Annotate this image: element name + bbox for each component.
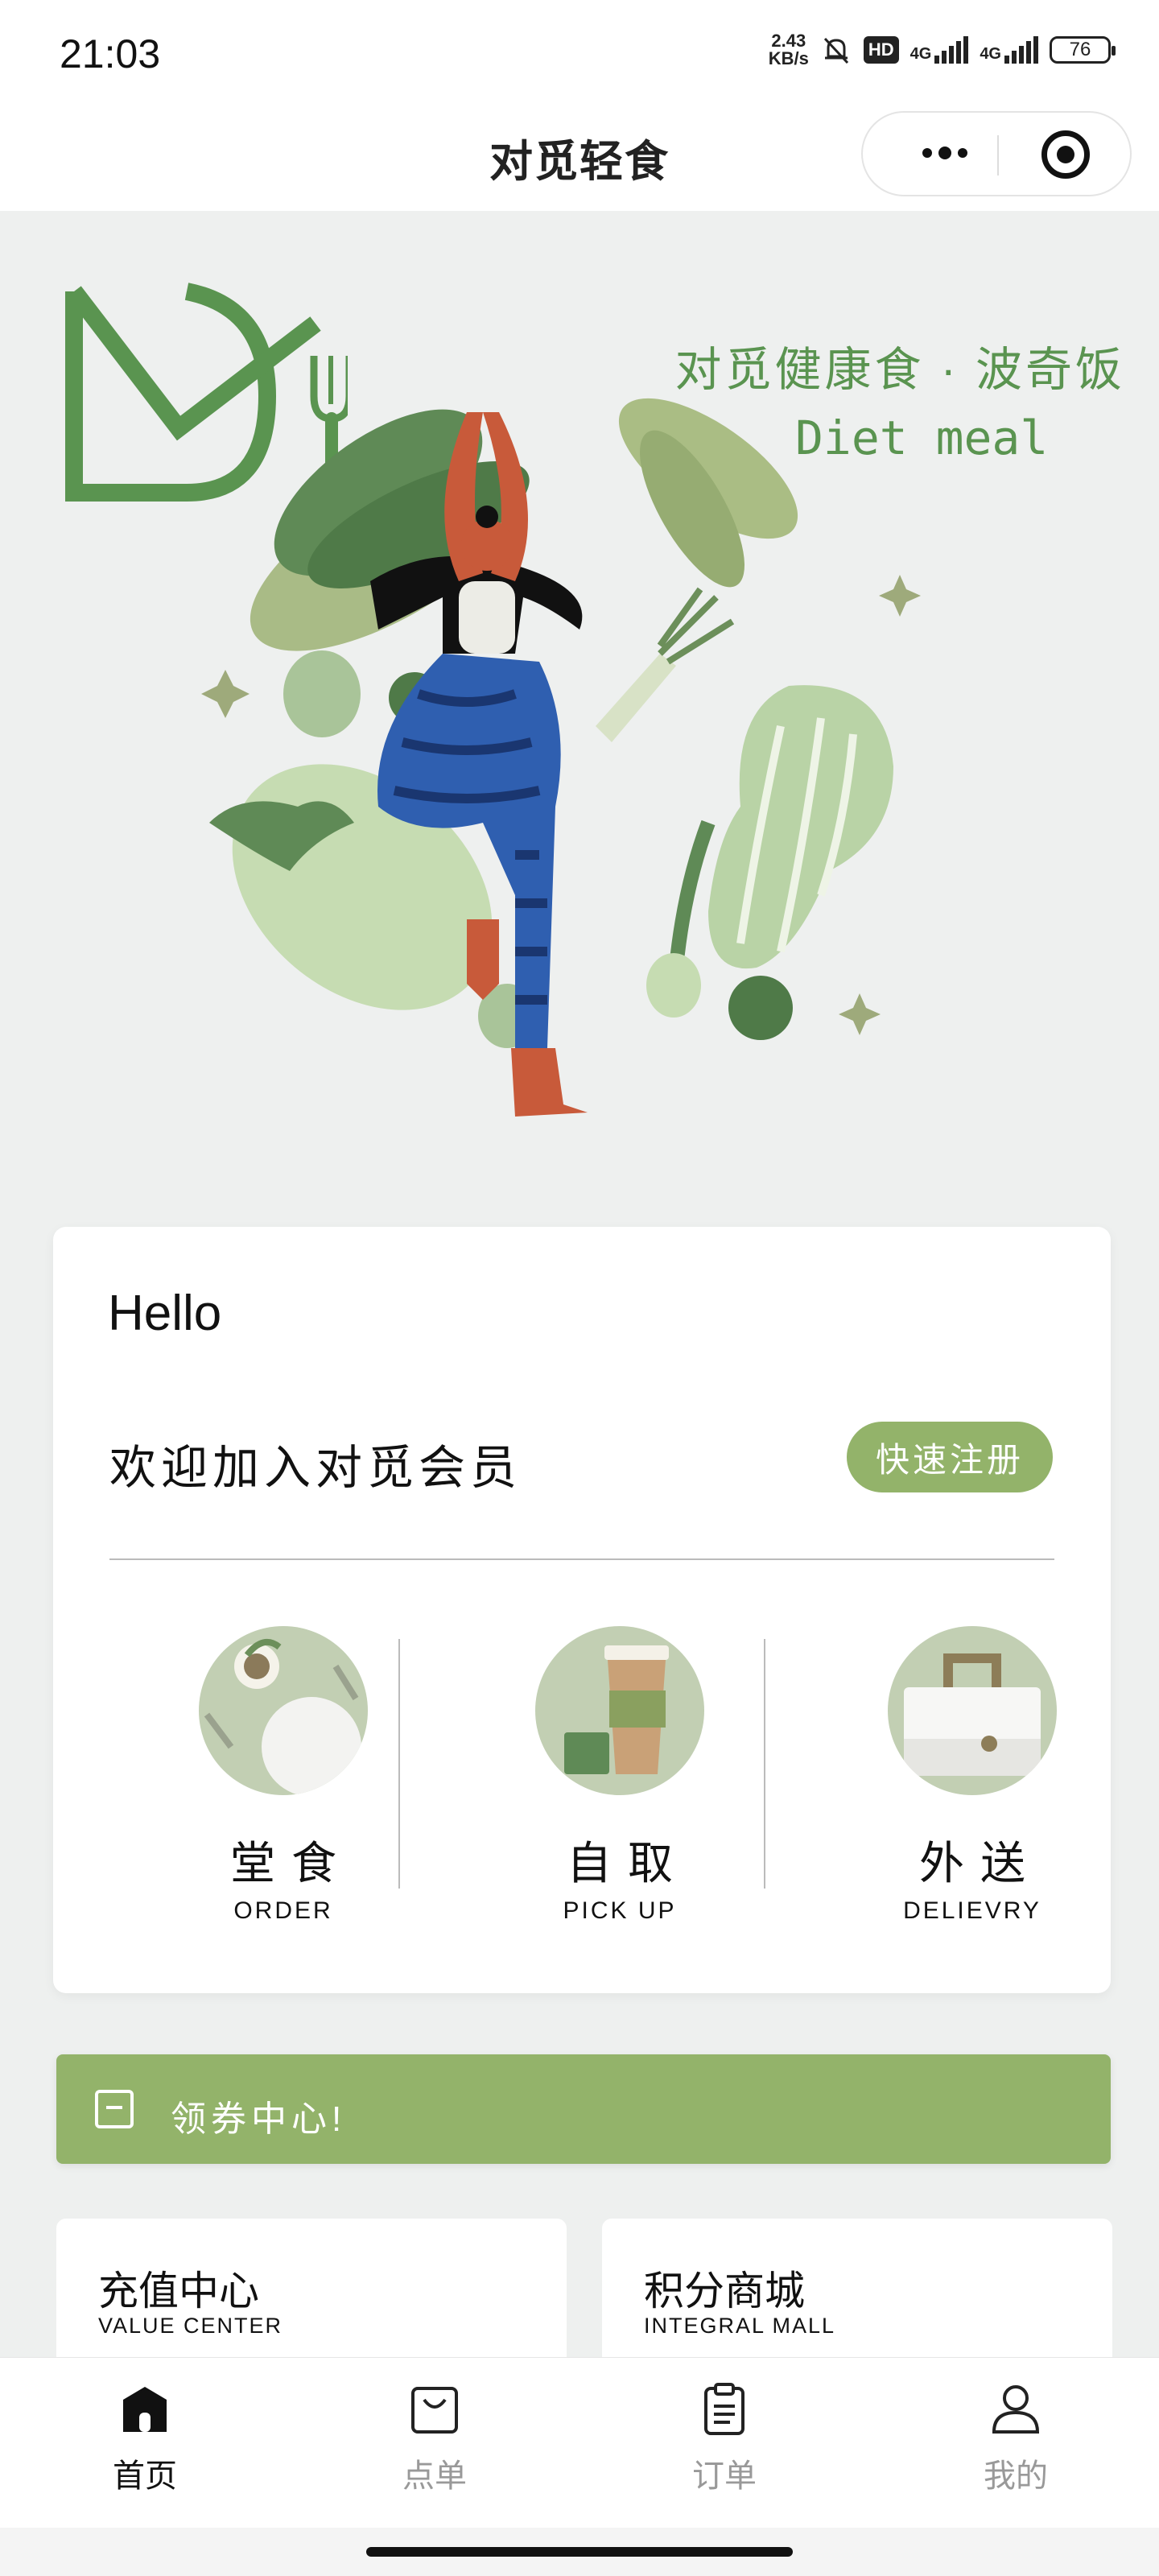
service-separator <box>764 1639 765 1889</box>
status-icons: 2.43 KB/s HD 4G 4G 76 <box>768 31 1116 68</box>
hd-badge: HD <box>863 36 899 64</box>
home-icon <box>123 2387 167 2432</box>
welcome-text: 欢迎加入对觅会员 <box>109 1442 522 1494</box>
signal-2-icon: 4G <box>980 36 1038 64</box>
tile-integral-mall-cn: 积分商城 <box>644 2268 805 2314</box>
network-speed: 2.43 KB/s <box>768 31 809 68</box>
tab-orders[interactable]: 订单 <box>644 2382 805 2496</box>
greeting-text: Hello <box>108 1286 222 1341</box>
service-pickup-cn: 自取 <box>567 1838 689 1889</box>
miniprogram-capsule <box>861 111 1132 196</box>
tab-orders-label: 订单 <box>692 2458 757 2494</box>
tab-profile[interactable]: 我的 <box>935 2382 1096 2496</box>
tab-order-menu[interactable]: 点单 <box>354 2382 515 2496</box>
tile-value-center-cn: 充值中心 <box>98 2268 259 2314</box>
tab-profile-label: 我的 <box>984 2458 1048 2494</box>
service-separator <box>398 1639 400 1889</box>
service-delivery-en: DELIEVRY <box>903 1897 1041 1924</box>
service-delivery-cn: 外送 <box>919 1838 1041 1889</box>
home-indicator[interactable] <box>366 2547 793 2557</box>
dine-in-icon <box>199 1626 368 1795</box>
pickup-cup-icon <box>535 1626 704 1795</box>
service-pickup-en: PICK UP <box>563 1897 677 1924</box>
tile-value-center-en: VALUE CENTER <box>98 2314 283 2338</box>
tile-integral-mall[interactable]: 积分商城 INTEGRAL MALL <box>602 2219 1112 2380</box>
card-divider <box>109 1558 1054 1560</box>
more-icon[interactable] <box>905 137 985 169</box>
delivery-bag-icon <box>888 1626 1057 1795</box>
capsule-divider <box>997 135 999 175</box>
tile-value-center[interactable]: 充值中心 VALUE CENTER <box>56 2219 567 2380</box>
service-dine-in-cn: 堂食 <box>230 1838 353 1889</box>
coupon-icon <box>95 2090 134 2128</box>
battery-icon: 76 <box>1050 36 1116 64</box>
service-dine-in[interactable]: 堂食 ORDER <box>146 1626 420 1925</box>
signal-1-icon: 4G <box>910 36 969 64</box>
service-delivery[interactable]: 外送 DELIEVRY <box>835 1626 1109 1925</box>
bag-icon <box>411 2387 458 2434</box>
hero-banner: 对觅健康食 · 波奇饭 Diet meal <box>0 211 1159 1217</box>
yoga-vegetables-illustration <box>201 398 921 1117</box>
service-dine-in-en: ORDER <box>233 1897 333 1924</box>
user-icon <box>992 2385 1040 2434</box>
bottom-tab-bar: 首页 点单 订单 我的 <box>0 2357 1159 2529</box>
coupon-center-banner[interactable]: 领券中心! <box>56 2054 1111 2164</box>
tab-home-label: 首页 <box>113 2458 177 2494</box>
tab-home[interactable]: 首页 <box>64 2382 225 2496</box>
nav-bar: 对觅轻食 <box>0 105 1159 211</box>
tile-integral-mall-en: INTEGRAL MALL <box>644 2314 836 2338</box>
service-pickup[interactable]: 自取 PICK UP <box>483 1626 757 1925</box>
clipboard-icon <box>704 2383 744 2435</box>
mute-bell-icon <box>823 37 848 64</box>
status-bar: 21:03 2.43 KB/s HD 4G 4G 76 <box>0 0 1159 105</box>
coupon-label: 领券中心! <box>171 2099 347 2139</box>
member-card: Hello 欢迎加入对觅会员 快速注册 堂食 ORDER 自取 PICK UP … <box>53 1227 1111 1993</box>
status-time: 21:03 <box>60 31 161 76</box>
tab-order-menu-label: 点单 <box>402 2458 467 2494</box>
close-target-icon[interactable] <box>1041 130 1090 179</box>
quick-register-button[interactable]: 快速注册 <box>847 1422 1053 1492</box>
